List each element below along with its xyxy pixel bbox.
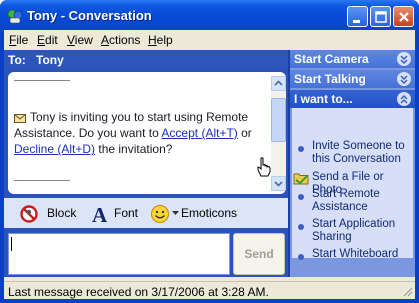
invite-someone-link[interactable]: Invite Someone to this Conversation (312, 140, 412, 166)
menu-actions[interactable]: Actions (101, 33, 140, 47)
font-icon: A (92, 204, 108, 224)
i-want-to-label: I want to... (294, 92, 353, 106)
send-button[interactable]: Send (233, 233, 285, 275)
history-scrollbar[interactable] (271, 76, 286, 191)
to-bar: To: Tony (4, 50, 288, 70)
task-pane: Start Camera Start Talking I want to... (290, 50, 415, 277)
emoticons-button[interactable]: Emoticons (150, 204, 238, 224)
start-camera-label: Start Camera (294, 52, 369, 66)
block-label: Block (47, 206, 77, 220)
format-toolbar: Block A Font Emoticons (4, 198, 288, 228)
title-bar[interactable]: Tony - Conversation (0, 0, 419, 32)
menu-help[interactable]: Help (148, 33, 173, 47)
bullet (298, 224, 304, 230)
scroll-thumb[interactable] (271, 98, 286, 142)
bullet (298, 254, 304, 260)
status-text: Last message received on 3/17/2006 at 3:… (8, 285, 269, 299)
double-chevron-down-icon (397, 52, 411, 66)
start-talking-header[interactable]: Start Talking (290, 70, 415, 88)
folder-icon (293, 173, 309, 185)
compose-area: Send (4, 230, 288, 277)
divider (14, 180, 70, 181)
scroll-down-button[interactable] (271, 176, 286, 191)
chevron-up-icon (274, 80, 283, 86)
start-camera-header[interactable]: Start Camera (290, 50, 415, 68)
conversation-panel: To: Tony Tony is inviting you to start u… (4, 50, 288, 277)
invitation-message: Tony is inviting you to start using Remo… (14, 109, 270, 157)
chevron-down-icon (274, 181, 283, 187)
message-input[interactable] (8, 233, 230, 275)
contact-name[interactable]: Tony (36, 53, 64, 67)
close-button[interactable] (393, 6, 414, 27)
start-talking-label: Start Talking (294, 72, 366, 86)
block-icon (20, 205, 38, 223)
bullet (298, 146, 304, 152)
start-remote-assistance-link[interactable]: Start Remote Assistance (312, 188, 412, 214)
double-chevron-up-icon (397, 92, 411, 106)
emoticons-label: Emoticons (181, 206, 238, 220)
hand-cursor-icon (257, 157, 271, 177)
double-chevron-down-icon (397, 72, 411, 86)
menu-view[interactable]: View (67, 33, 93, 47)
resize-grip-icon[interactable] (401, 285, 413, 297)
start-whiteboard-link[interactable]: Start Whiteboard (312, 248, 412, 261)
message-text-middle: or (237, 126, 252, 140)
menu-bar: File Edit View Actions Help (4, 30, 415, 49)
divider (14, 80, 70, 81)
accept-link[interactable]: Accept (Alt+T) (161, 126, 237, 140)
conversation-history[interactable]: Tony is inviting you to start using Remo… (8, 72, 286, 194)
window-client: File Edit View Actions Help To: Tony Ton… (4, 30, 415, 299)
scroll-up-button[interactable] (271, 76, 286, 91)
minimize-icon (353, 20, 360, 23)
window-title: Tony - Conversation (27, 8, 152, 23)
start-application-sharing-link[interactable]: Start Application Sharing (312, 218, 412, 244)
messenger-icon (6, 7, 24, 25)
maximize-button[interactable] (370, 6, 391, 27)
status-bar: Last message received on 3/17/2006 at 3:… (4, 281, 415, 299)
menu-edit[interactable]: Edit (37, 33, 58, 47)
svg-text:A: A (92, 204, 108, 224)
font-label: Font (114, 206, 139, 220)
close-icon (399, 12, 409, 22)
font-button[interactable]: A Font (90, 204, 142, 224)
i-want-to-header[interactable]: I want to... (290, 90, 415, 108)
smiley-icon (151, 205, 169, 223)
dropdown-arrow-icon (172, 211, 179, 215)
main-area: To: Tony Tony is inviting you to start u… (4, 50, 415, 277)
task-list: Invite Someone to this Conversation Send… (292, 108, 413, 261)
decline-link[interactable]: Decline (Alt+D) (14, 142, 95, 156)
bullet (298, 194, 304, 200)
message-text-after: the invitation? (95, 142, 173, 156)
minimize-button[interactable] (347, 6, 368, 27)
conversation-window: Tony - Conversation File Edit View Actio… (0, 0, 419, 303)
block-button[interactable]: Block (19, 204, 79, 224)
text-caret (11, 237, 12, 251)
menu-file[interactable]: File (9, 33, 28, 47)
to-label: To: (8, 53, 26, 67)
maximize-icon (375, 11, 387, 23)
